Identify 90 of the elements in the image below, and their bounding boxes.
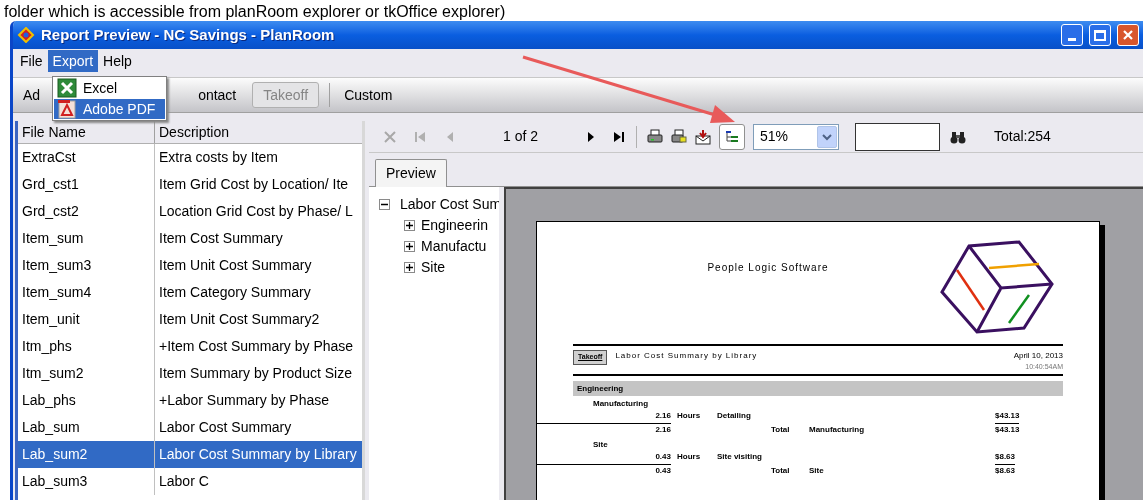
tree-view-icon[interactable] — [719, 123, 746, 150]
close-icon — [1122, 29, 1134, 41]
tree-item[interactable]: Engineerin — [421, 215, 488, 236]
table-cell: Item_sum — [18, 225, 155, 252]
menu-item[interactable]: File — [15, 50, 48, 72]
toolbar-button[interactable]: ontact — [192, 82, 243, 108]
table-cell-text: +Item Cost Summary by Phase — [158, 337, 355, 356]
total-label: Total — [771, 464, 791, 477]
list-row[interactable]: Item_unit Item Unit Cost Summary2 — [18, 306, 362, 333]
table-cell-text: Item Grid Cost by Location/ Ite — [158, 175, 350, 194]
table-cell-text: Item Summary by Product Size — [158, 364, 353, 383]
unit-label: Hours — [676, 450, 702, 463]
task-name: Site visiting — [717, 450, 763, 463]
table-cell: Grd_cst1 — [18, 171, 155, 198]
list-row[interactable]: Itm_phs +Item Cost Summary by Phase — [18, 333, 362, 360]
table-cell: Item_sum3 — [18, 252, 155, 279]
table-cell-text: Location Grid Cost by Phase/ L — [158, 202, 354, 221]
table-cell-text: Labor C — [158, 472, 210, 491]
table-cell: Lab_sum2 — [18, 441, 155, 468]
list-row[interactable]: Item_sum4 Item Category Summary — [18, 279, 362, 306]
table-cell-text: Item Unit Cost Summary — [158, 256, 313, 275]
table-cell: Lab_phs — [18, 387, 155, 414]
total-label: Total — [771, 423, 791, 436]
expand-icon[interactable] — [404, 241, 415, 252]
column-header[interactable]: Description — [155, 121, 362, 143]
total-label: Total:254 — [994, 127, 1051, 146]
section-band: Engineering — [573, 381, 1063, 396]
app-icon — [17, 27, 35, 43]
close-button[interactable] — [1117, 24, 1139, 46]
expand-icon[interactable] — [404, 262, 415, 273]
table-cell-text: Extra costs by Item — [158, 148, 280, 167]
menu-item[interactable]: Export — [47, 50, 99, 72]
pdf-icon — [57, 99, 77, 119]
table-cell-text: Item Unit Cost Summary2 — [158, 310, 321, 329]
list-row[interactable]: Lab_sum2 Labor Cost Summary by Library — [18, 441, 362, 468]
list-row[interactable]: Grd_cst2 Location Grid Cost by Phase/ L — [18, 198, 362, 225]
tree-item[interactable]: Manufactu — [421, 236, 487, 257]
table-cell: Itm_phs — [18, 333, 155, 360]
hours-value: 2.16 — [537, 423, 671, 436]
toolbar-button[interactable]: Custom — [338, 82, 399, 108]
table-cell: Item_sum4 — [18, 279, 155, 306]
list-row[interactable]: Grd_cst1 Item Grid Cost by Location/ Ite — [18, 171, 362, 198]
menu-item[interactable]: Adobe PDF — [54, 99, 165, 119]
table-cell-text: +Labor Summary by Phase — [158, 391, 331, 410]
task-name: Detailing — [717, 409, 752, 422]
table-cell: Itm_sum2 — [18, 360, 155, 387]
table-cell: Lab_sum3 — [18, 468, 155, 495]
caption-text: folder which is accessible from planRoom explorer or tkOffice explorer) — [3, 2, 506, 21]
chevron-down-icon — [822, 132, 833, 141]
page-indicator: 1 of 2 — [503, 127, 539, 146]
hours-value: 2.16 — [654, 409, 671, 422]
table-cell: Item_unit — [18, 306, 155, 333]
hours-value: 0.43 — [537, 464, 671, 477]
tree-item[interactable]: Site — [421, 257, 446, 278]
table-cell-text: Labor Cost Summary by Library — [158, 445, 358, 464]
list-row[interactable]: ExtraCst Extra costs by Item — [18, 144, 362, 171]
zoom-dropdown[interactable]: 51% — [753, 123, 840, 150]
amount-value: $8.63 — [995, 464, 1016, 477]
list-row[interactable]: Lab_sum3 Labor C — [18, 468, 362, 495]
list-row[interactable]: Itm_sum2 Item Summary by Product Size — [18, 360, 362, 387]
menu-item[interactable]: Help — [98, 50, 137, 72]
amount-value: $43.13 — [995, 423, 1020, 436]
table-cell: Grd_cst2 — [18, 198, 155, 225]
report-title: Labor Cost Summary by Library — [615, 350, 759, 362]
list-row[interactable]: Item_sum Item Cost Summary — [18, 225, 362, 252]
report-date: April 10, 2013 — [1013, 350, 1063, 362]
group-total-name: Site — [809, 464, 825, 477]
list-row[interactable]: Lab_phs +Labor Summary by Phase — [18, 387, 362, 414]
company-name: People Logic Software — [706, 261, 830, 275]
expand-icon[interactable] — [404, 220, 415, 231]
amount-value: $43.13 — [995, 409, 1020, 422]
unit-label: Hours — [676, 409, 702, 422]
group-name: Site — [592, 439, 609, 450]
minimize-button[interactable] — [1061, 24, 1083, 46]
collapse-icon[interactable] — [379, 198, 390, 210]
table-cell-text: Labor Cost Summary — [158, 418, 293, 437]
table-cell: ExtraCst — [18, 144, 155, 171]
list-row[interactable]: Item_sum3 Item Unit Cost Summary — [18, 252, 362, 279]
search-field[interactable] — [855, 122, 941, 151]
hours-value: 0.43 — [654, 450, 671, 463]
window-title: Report Preview - NC Savings - PlanRoom — [41, 24, 336, 45]
table-cell-text: Item Category Summary — [158, 283, 312, 302]
amount-value: $8.63 — [995, 450, 1016, 463]
menu-item[interactable]: Excel — [54, 78, 165, 98]
toolbar-button[interactable]: Ad — [17, 82, 47, 108]
tab[interactable]: Preview — [375, 159, 447, 187]
maximize-button[interactable] — [1089, 24, 1111, 46]
group-total-name: Manufacturing — [809, 423, 866, 436]
table-cell-text: Item Cost Summary — [158, 229, 284, 248]
group-name: Manufacturing — [592, 398, 650, 409]
